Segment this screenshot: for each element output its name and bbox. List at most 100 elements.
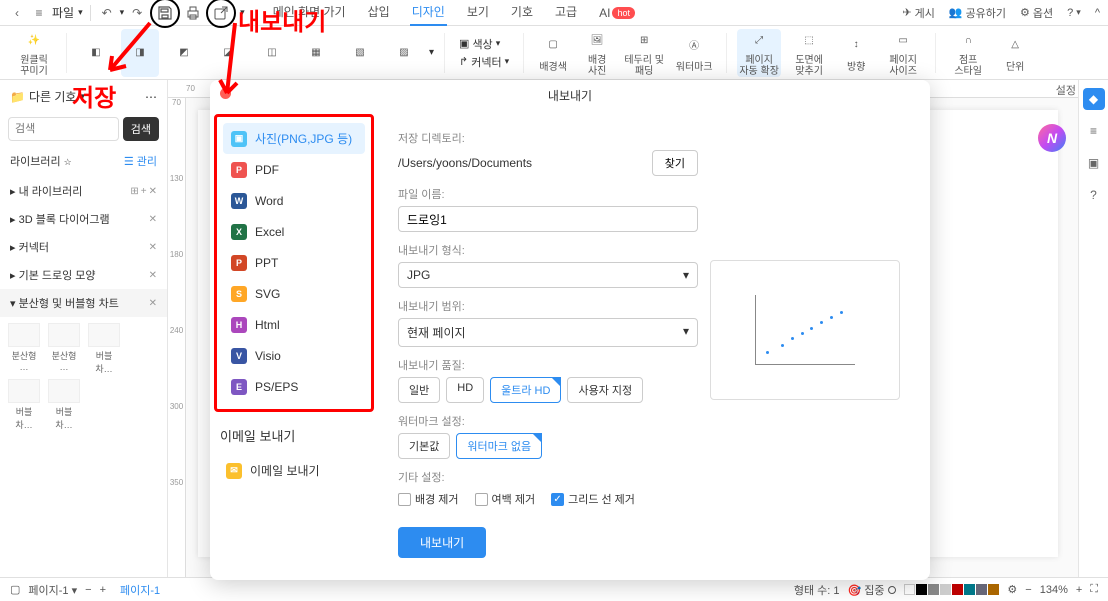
save-button[interactable] [156,4,174,22]
watermark-button[interactable]: Ⓐ워터마크 [672,29,716,77]
zoom-level[interactable]: 134% [1040,584,1068,596]
fullscreen-icon[interactable]: ⛶ [1090,583,1098,596]
thumb-bubble-1[interactable]: 버블 차… [86,323,122,375]
more-icon[interactable]: ⋯ [145,90,157,104]
rightbar-text-icon[interactable]: ≡ [1083,120,1105,142]
manage-link[interactable]: ☰ 관리 [124,153,157,169]
help-button[interactable]: ?▾ [1067,7,1081,19]
removemargin-checkbox[interactable]: 여백 제거 [475,491,536,507]
theme-1[interactable]: ◧ [77,29,115,77]
removebg-checkbox[interactable]: 배경 제거 [398,491,459,507]
tab-main[interactable]: 메인 화면 가기 [271,0,348,26]
theme-6[interactable]: ▦ [297,29,335,77]
theme-2[interactable]: ◨ [121,29,159,77]
quality-ultra[interactable]: 울트라 HD [490,377,561,403]
browse-button[interactable]: 찾기 [652,150,698,176]
thumb-scatter-1[interactable]: 분산형 … [6,323,42,375]
theme-8[interactable]: ▨ [385,29,423,77]
exportformat-select[interactable]: JPG▾ [398,262,698,288]
tab-ai[interactable]: AI hot [597,0,637,26]
thumb-scatter-2[interactable]: 분산형 … [46,323,82,375]
page-add-button[interactable]: + [100,584,106,596]
direction-button[interactable]: ↕방향 [837,29,875,77]
border-button[interactable]: ⊞테두리 및 패딩 [622,29,666,77]
theme-5[interactable]: ◫ [253,29,291,77]
removegrid-checkbox[interactable]: ✓그리드 선 제거 [551,491,635,507]
file-menu-dropdown-icon[interactable]: ▾ [78,7,83,18]
rightbar-layers-icon[interactable]: ▣ [1083,152,1105,174]
tab-advanced[interactable]: 고급 [553,0,579,26]
pagesize-button[interactable]: ▭페이지 사이즈 [881,29,925,77]
jumpstyle-button[interactable]: ∩점프 스타일 [946,29,990,77]
zoom-in-button[interactable]: + [1076,584,1082,596]
bgimage-button[interactable]: 🖼배경 사진 [578,29,616,77]
export-button[interactable] [212,4,230,22]
undo-button[interactable]: ↶ [98,4,116,22]
exportrange-select[interactable]: 현재 페이지▾ [398,318,698,347]
export-format-ppt[interactable]: P PPT [223,248,365,278]
lib-item-connector[interactable]: ▸ 커넥터 ✕ [0,233,167,261]
rightbar-style-icon[interactable]: ◆ [1083,88,1105,110]
search-button[interactable]: 검색 [123,117,159,141]
export-format-visio[interactable]: V Visio [223,341,365,371]
tab-design[interactable]: 디자인 [410,0,447,26]
symbol-panel-header[interactable]: 📁 다른 기호 ▾ [10,88,85,105]
filename-input[interactable] [398,206,698,232]
canvasfit-button[interactable]: ⬚도면에 맞추기 [787,29,831,77]
redo-button[interactable]: ↷ [128,4,146,22]
theme-more-icon[interactable]: ▾ [429,47,434,58]
search-input[interactable] [8,117,119,141]
pageauto-button[interactable]: ⤢페이지 자동 확장 [737,29,781,77]
print-button[interactable] [184,4,202,22]
tab-view[interactable]: 보기 [465,0,491,26]
export-format-image[interactable]: ▣ 사진(PNG,JPG 등) [223,123,365,154]
export-format-html[interactable]: H Html [223,310,365,340]
library-link[interactable]: 라이브러리 ☆ [10,153,72,169]
export-format-pseps[interactable]: E PS/EPS [223,372,365,402]
quality-custom[interactable]: 사용자 지정 [567,377,643,403]
quality-hd[interactable]: HD [446,377,484,403]
connector-dropdown[interactable]: ↱커넥터▾ [459,54,509,70]
ai-assistant-button[interactable]: N [1038,124,1066,152]
unit-button[interactable]: △단위 [996,29,1034,77]
lib-item-basicshape[interactable]: ▸ 기본 드로잉 모양 ✕ [0,261,167,289]
rightbar-help-icon[interactable]: ? [1083,184,1105,206]
page-remove-button[interactable]: − [85,584,91,596]
theme-7[interactable]: ▧ [341,29,379,77]
oneclick-decorate-button[interactable]: ✨ 원클릭 꾸미기 [12,29,56,77]
quality-normal[interactable]: 일반 [398,377,440,403]
lib-item-scatter[interactable]: ▾ 분산형 및 버블형 차트 ✕ [0,289,167,317]
theme-3[interactable]: ◩ [165,29,203,77]
pages-icon[interactable]: ▢ [10,583,20,596]
back-button[interactable]: ‹ [8,4,26,22]
file-menu[interactable]: 파일 [52,4,74,21]
focus-toggle[interactable]: 🎯 집중 ⭘ [848,582,897,598]
up-button[interactable]: ^ [1095,7,1100,19]
tab-symbol[interactable]: 기호 [509,0,535,26]
hamburger-icon[interactable]: ≡ [30,4,48,22]
color-swatches[interactable] [904,584,999,595]
export-submit-button[interactable]: 내보내기 [398,527,486,558]
bgcolor-button[interactable]: ▢배경색 [534,29,572,77]
email-send-button[interactable]: ✉ 이메일 보내기 [210,455,374,486]
options-button[interactable]: ⚙ 옵션 [1020,5,1053,21]
page-selector[interactable]: 페이지-1 ▾ [28,582,77,598]
zoom-out-button[interactable]: − [1025,584,1031,596]
export-dropdown-icon[interactable]: ▾ [240,7,245,18]
watermark-default[interactable]: 기본값 [398,433,450,459]
watermark-none[interactable]: 워터마크 없음 [456,433,542,459]
lib-item-3dblock[interactable]: ▸ 3D 블록 다이어그램 ✕ [0,205,167,233]
thumb-bubble-2[interactable]: 버블 차… [6,379,42,431]
page-tab[interactable]: 페이지-1 [114,580,166,600]
close-icon[interactable] [220,88,231,99]
theme-4[interactable]: ◪ [209,29,247,77]
thumb-bubble-3[interactable]: 버블 차… [46,379,82,431]
export-format-svg[interactable]: S SVG [223,279,365,309]
share-button[interactable]: 👥 공유하기 [949,5,1006,21]
color-picker-icon[interactable]: ⚙ [1007,583,1017,596]
shape-color-dropdown[interactable]: ▣색상▾ [459,36,509,52]
publish-button[interactable]: ✈ 게시 [902,5,934,21]
export-format-excel[interactable]: X Excel [223,217,365,247]
undo-dropdown-icon[interactable]: ▾ [120,7,125,18]
export-format-pdf[interactable]: P PDF [223,155,365,185]
